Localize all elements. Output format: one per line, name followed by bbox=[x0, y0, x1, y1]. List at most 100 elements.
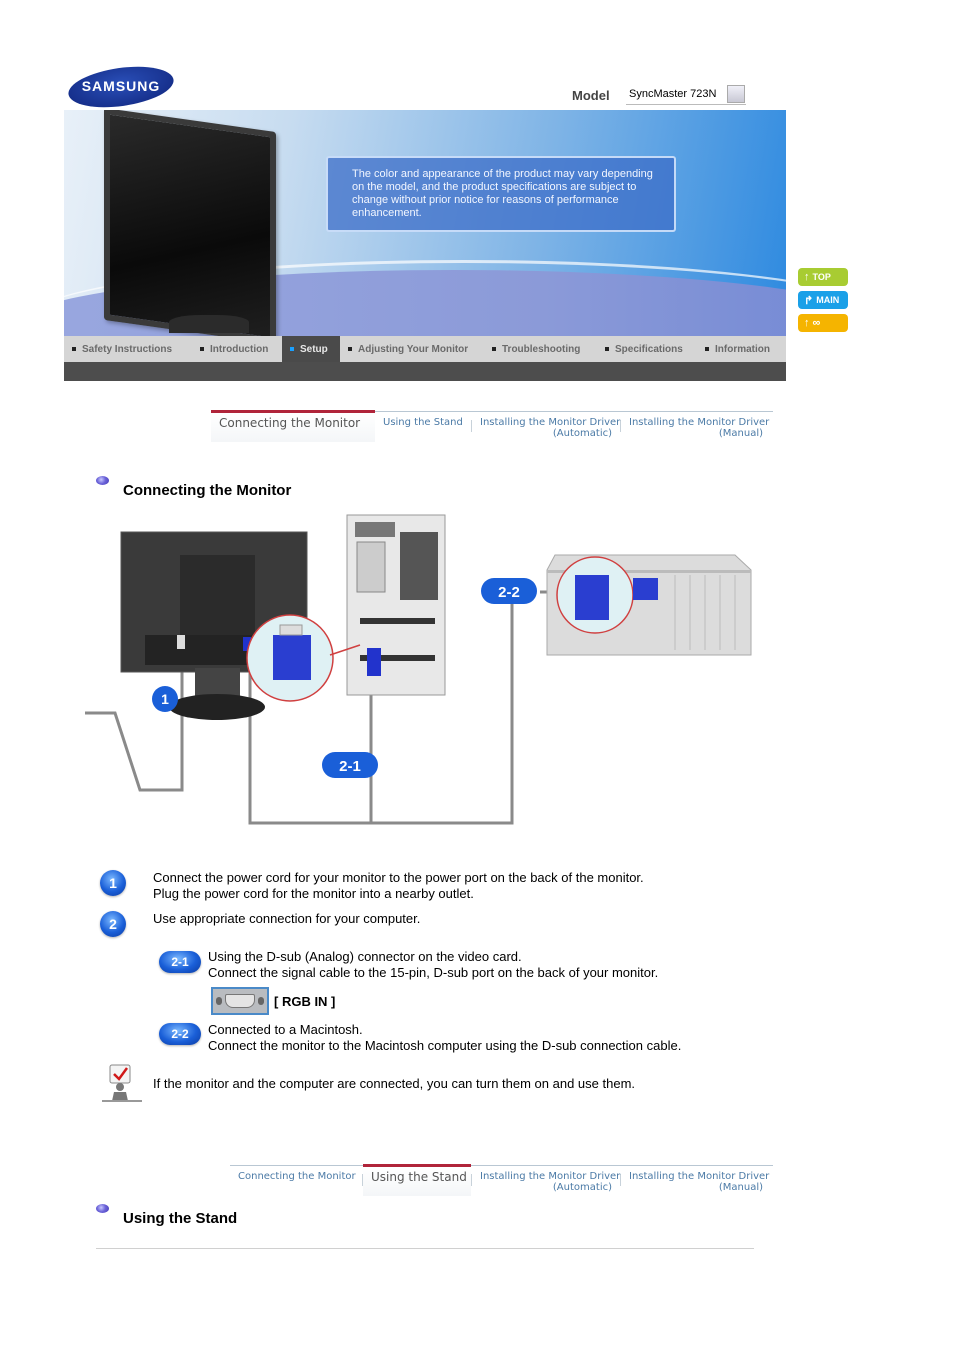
samsung-logo[interactable]: SAMSUNG bbox=[65, 60, 177, 114]
section-title-connecting: Connecting the Monitor bbox=[123, 482, 292, 499]
badge-1-label: 1 bbox=[161, 691, 169, 707]
nav-label: Information bbox=[715, 343, 770, 355]
substep-2-1-line-1: Using the D-sub (Analog) connector on th… bbox=[208, 949, 522, 964]
bullet-icon bbox=[290, 347, 294, 351]
tab-label-sub: (Automatic) bbox=[552, 428, 612, 439]
tab-connecting-the-monitor[interactable]: Connecting the Monitor bbox=[211, 410, 375, 442]
nav-information[interactable]: Information bbox=[697, 336, 786, 362]
step-2-text: Use appropriate connection for your comp… bbox=[153, 911, 420, 927]
dropdown-button[interactable] bbox=[727, 85, 745, 103]
tab-label: Using the Stand bbox=[383, 417, 463, 428]
step-1-text: Connect the power cord for your monitor … bbox=[153, 870, 644, 902]
step-1-line-2: Plug the power cord for the monitor into… bbox=[153, 886, 474, 901]
badge-2-2: 2-2 bbox=[481, 578, 537, 604]
section-bullet-icon bbox=[96, 476, 109, 485]
link-up-button[interactable]: ↑ ∞ bbox=[798, 314, 848, 332]
nav-troubleshooting[interactable]: Troubleshooting bbox=[484, 336, 597, 362]
badge-2-1-label: 2-1 bbox=[339, 758, 361, 775]
product-notice: The color and appearance of the product … bbox=[326, 156, 676, 232]
nav-subbar bbox=[64, 362, 786, 381]
arrow-up-icon: ↑ bbox=[804, 271, 810, 283]
bullet-icon bbox=[705, 347, 709, 351]
step-2-line-1: Use appropriate connection for your comp… bbox=[153, 911, 421, 926]
subnav-tabs-1: Connecting the Monitor Using the Stand I… bbox=[211, 410, 773, 448]
substep-2-2-line-2: Connect the monitor to the Macintosh com… bbox=[208, 1038, 682, 1053]
nav-introduction[interactable]: Introduction bbox=[192, 336, 282, 362]
rgb-in-port-icon bbox=[211, 987, 269, 1015]
substep-2-2-line-1: Connected to a Macintosh. bbox=[208, 1022, 363, 1037]
step-1-icon: 1 bbox=[100, 870, 126, 896]
substep-2-1-text: Using the D-sub (Analog) connector on th… bbox=[208, 949, 658, 981]
tab-installing-driver-manual[interactable]: Installing the Monitor Driver (Manual) bbox=[621, 412, 771, 444]
tab-label-sub: (Automatic) bbox=[552, 1182, 612, 1193]
screw-icon bbox=[216, 997, 222, 1005]
nav-label: Specifications bbox=[615, 343, 683, 355]
top-button[interactable]: ↑ TOP bbox=[798, 268, 848, 286]
monitor-stand-image bbox=[169, 315, 249, 333]
step-1-line-1: Connect the power cord for your monitor … bbox=[153, 870, 644, 885]
tab-label: Installing the Monitor Driver bbox=[480, 1171, 621, 1182]
tab-installing-driver-manual[interactable]: Installing the Monitor Driver (Manual) bbox=[621, 1166, 771, 1198]
macintosh-image bbox=[546, 554, 752, 656]
model-label: Model bbox=[572, 88, 610, 103]
model-value: SyncMaster 723N bbox=[629, 88, 717, 100]
tab-connecting-the-monitor[interactable]: Connecting the Monitor bbox=[230, 1166, 362, 1198]
nav-label: Safety Instructions bbox=[82, 343, 173, 355]
badge-1: 1 bbox=[152, 686, 178, 712]
logo-text: SAMSUNG bbox=[81, 78, 161, 94]
top-label: TOP bbox=[812, 272, 831, 282]
tab-label: Connecting the Monitor bbox=[219, 416, 361, 430]
connection-diagram: 1 2-1 2-2 bbox=[85, 514, 752, 825]
connector-zoom-image bbox=[246, 614, 361, 702]
bullet-icon bbox=[605, 347, 609, 351]
arrow-up-link-icon: ↑ ∞ bbox=[804, 317, 821, 329]
subnav-tabs-2: Connecting the Monitor Using the Stand I… bbox=[230, 1164, 773, 1202]
nav-specifications[interactable]: Specifications bbox=[597, 336, 697, 362]
nav-label: Introduction bbox=[210, 343, 269, 355]
nav-label: Setup bbox=[300, 343, 328, 355]
tab-label: Connecting the Monitor bbox=[238, 1171, 356, 1182]
tab-using-the-stand[interactable]: Using the Stand bbox=[375, 412, 471, 444]
nav-label: Adjusting Your Monitor bbox=[358, 343, 469, 355]
tab-label: Installing the Monitor Driver bbox=[480, 417, 621, 428]
substep-2-2-icon: 2-2 bbox=[159, 1023, 201, 1045]
tab-label-sub: (Manual) bbox=[718, 428, 763, 439]
arrow-return-icon: ↱ bbox=[804, 294, 814, 307]
note-text: If the monitor and the computer are conn… bbox=[153, 1076, 636, 1091]
model-select[interactable]: SyncMaster 723N bbox=[626, 84, 746, 105]
rgb-in-label: [ RGB IN ] bbox=[274, 994, 336, 1009]
hero-banner: The color and appearance of the product … bbox=[64, 110, 786, 336]
nav-setup[interactable]: Setup bbox=[282, 336, 340, 362]
divider bbox=[96, 1248, 754, 1249]
tab-label-sub: (Manual) bbox=[718, 1182, 763, 1193]
nav-safety-instructions[interactable]: Safety Instructions bbox=[64, 336, 192, 362]
note-checkmark-icon bbox=[102, 1064, 142, 1102]
tab-using-the-stand[interactable]: Using the Stand bbox=[363, 1164, 471, 1196]
main-nav: Safety Instructions Introduction Setup A… bbox=[64, 336, 786, 362]
pc-tower-image bbox=[346, 514, 446, 696]
tab-label: Installing the Monitor Driver bbox=[629, 1171, 770, 1182]
section-title-using-the-stand: Using the Stand bbox=[123, 1210, 238, 1227]
step-2-icon: 2 bbox=[100, 911, 126, 937]
bullet-icon bbox=[72, 347, 76, 351]
bullet-icon bbox=[492, 347, 496, 351]
bullet-icon bbox=[200, 347, 204, 351]
tab-label: Using the Stand bbox=[371, 1170, 467, 1184]
main-label: MAIN bbox=[816, 295, 840, 305]
tab-installing-driver-automatic[interactable]: Installing the Monitor Driver (Automatic) bbox=[472, 412, 620, 444]
bullet-icon bbox=[348, 347, 352, 351]
dsub-port-icon bbox=[224, 994, 256, 1008]
tab-installing-driver-automatic[interactable]: Installing the Monitor Driver (Automatic) bbox=[472, 1166, 620, 1198]
main-button[interactable]: ↱ MAIN bbox=[798, 291, 848, 309]
substep-2-2-text: Connected to a Macintosh. Connect the mo… bbox=[208, 1022, 681, 1054]
badge-2-1: 2-1 bbox=[322, 752, 378, 778]
badge-2-2-label: 2-2 bbox=[498, 584, 520, 601]
tab-label: Installing the Monitor Driver bbox=[629, 417, 770, 428]
monitor-image bbox=[104, 110, 276, 336]
substep-2-1-line-2: Connect the signal cable to the 15-pin, … bbox=[208, 965, 659, 980]
screw-icon bbox=[258, 997, 265, 1005]
substep-2-1-icon: 2-1 bbox=[159, 951, 201, 973]
nav-label: Troubleshooting bbox=[502, 343, 581, 355]
section-bullet-icon bbox=[96, 1204, 109, 1213]
nav-adjusting-your-monitor[interactable]: Adjusting Your Monitor bbox=[340, 336, 484, 362]
